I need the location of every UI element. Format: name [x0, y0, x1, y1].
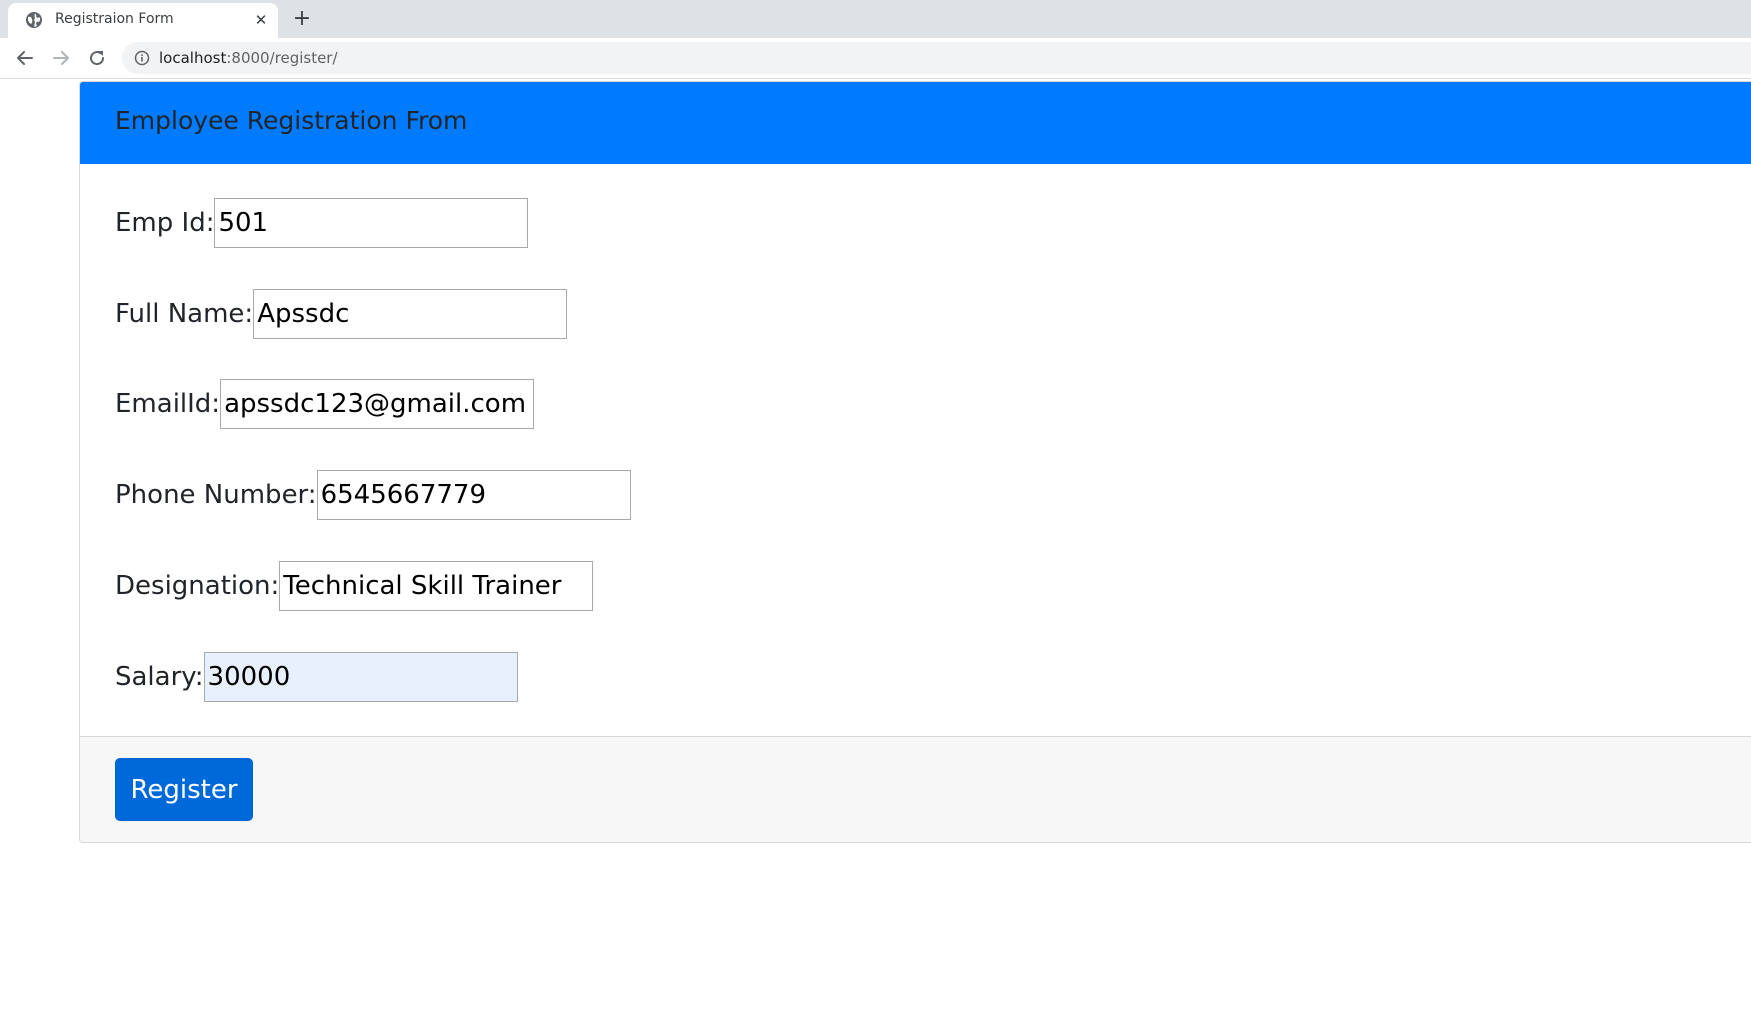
browser-toolbar: localhost:8000/register/ [0, 38, 1751, 79]
globe-icon [26, 12, 42, 28]
emp-id-label: Emp Id: [115, 208, 215, 238]
tab-title: Registraion Form [55, 11, 174, 27]
phone-label: Phone Number: [115, 480, 317, 510]
phone-row: Phone Number: [115, 470, 631, 520]
browser-tabstrip: Registraion Form ✕ + [0, 0, 1751, 38]
forward-arrow-icon[interactable] [48, 45, 74, 71]
email-label: EmailId: [115, 389, 221, 419]
page-title: Employee Registration From [115, 106, 468, 135]
full-name-row: Full Name: [115, 289, 568, 339]
card-footer: Register [80, 736, 1751, 842]
designation-label: Designation: [115, 571, 280, 601]
plus-icon[interactable]: + [289, 6, 315, 32]
address-bar[interactable]: localhost:8000/register/ [122, 42, 1751, 74]
url-path: :8000/register/ [226, 49, 338, 67]
browser-tab[interactable]: Registraion Form ✕ [8, 3, 278, 38]
full-name-label: Full Name: [115, 299, 254, 329]
email-input[interactable] [220, 379, 535, 429]
phone-input[interactable] [316, 470, 631, 520]
designation-input[interactable] [279, 561, 594, 611]
full-name-input[interactable] [253, 289, 568, 339]
reload-icon[interactable] [84, 45, 110, 71]
emp-id-row: Emp Id: [115, 198, 529, 248]
salary-label: Salary: [115, 662, 204, 692]
close-icon[interactable]: ✕ [252, 11, 270, 29]
url-text: localhost:8000/register/ [159, 49, 338, 67]
card-header: Employee Registration From [80, 82, 1751, 164]
url-host: localhost [159, 49, 227, 67]
email-row: EmailId: [115, 379, 535, 429]
back-arrow-icon[interactable] [12, 45, 38, 71]
register-button[interactable]: Register [115, 758, 253, 821]
registration-card: Employee Registration From Emp Id: Full … [79, 81, 1751, 843]
salary-input[interactable] [203, 652, 518, 702]
designation-row: Designation: [115, 561, 594, 611]
emp-id-input[interactable] [214, 198, 529, 248]
salary-row: Salary: [115, 652, 518, 702]
info-icon[interactable] [134, 50, 150, 66]
